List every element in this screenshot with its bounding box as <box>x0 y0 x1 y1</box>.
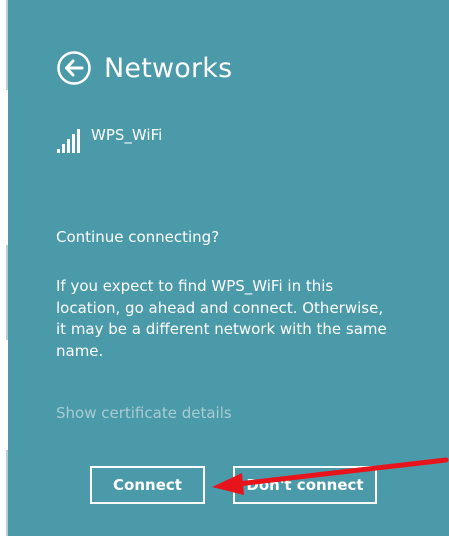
continue-question: Continue connecting? <box>56 228 220 246</box>
back-arrow-circle-icon[interactable] <box>56 50 92 86</box>
header: Networks <box>56 50 232 86</box>
wifi-signal-bars-icon <box>57 129 80 153</box>
network-name: WPS_WiFi <box>91 126 163 144</box>
connection-message: If you expect to find WPS_WiFi in this l… <box>56 277 387 360</box>
left-edge-strip <box>0 0 8 536</box>
show-certificate-link[interactable]: Show certificate details <box>56 404 232 422</box>
dont-connect-button[interactable]: Don't connect <box>233 466 377 504</box>
network-item[interactable]: WPS_WiFi <box>57 126 162 154</box>
connect-button[interactable]: Connect <box>90 466 205 504</box>
page-title: Networks <box>104 52 233 84</box>
